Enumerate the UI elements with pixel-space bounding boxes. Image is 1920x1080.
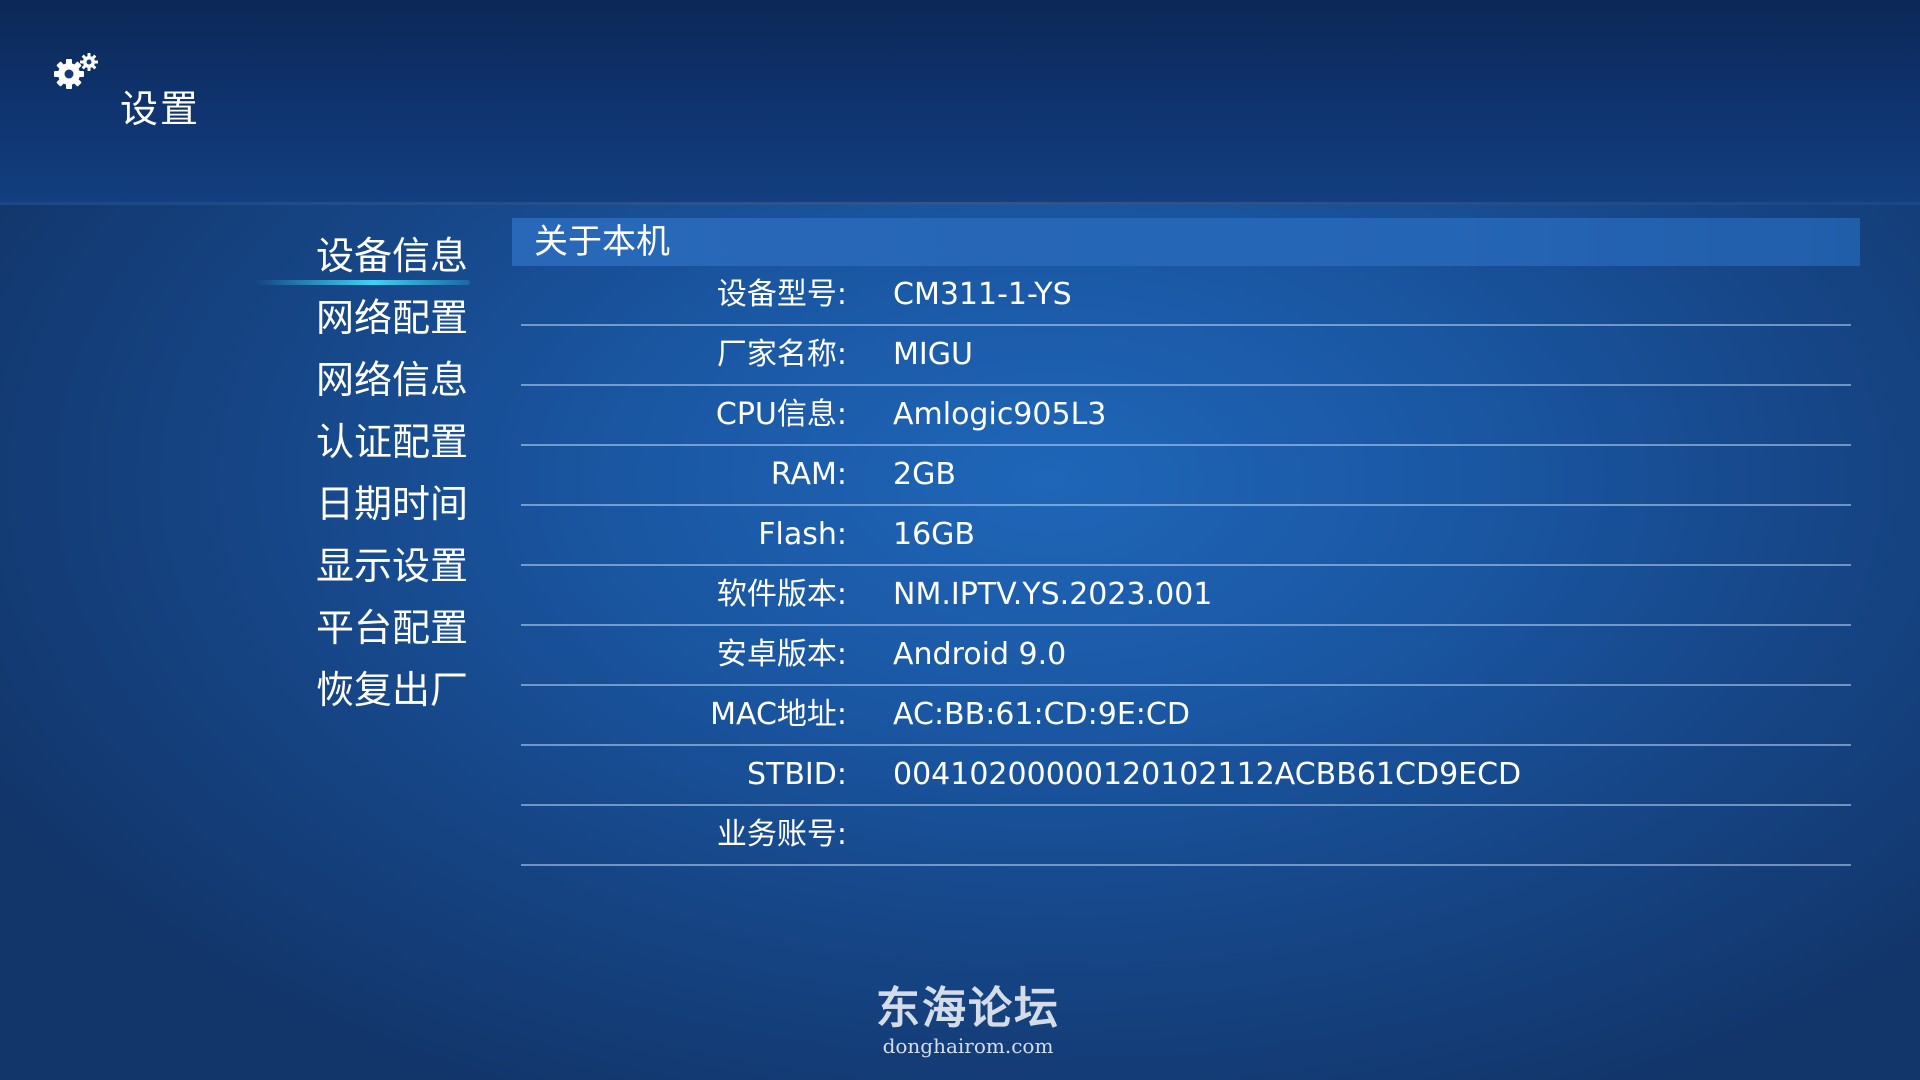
row-label: 业务账号: <box>716 817 847 852</box>
menu-item-label: 显示设置 <box>315 544 468 588</box>
menu-item-network-config[interactable]: 网络配置 <box>250 287 470 349</box>
menu-item-label: 网络配置 <box>315 296 468 340</box>
row-value: 00410200000120102112ACBB61CD9ECD <box>893 757 1522 792</box>
row-label: MAC地址: <box>710 697 847 732</box>
row-label: 软件版本: <box>716 577 847 612</box>
row-value: MIGU <box>893 337 973 372</box>
menu-item-device-info[interactable]: 设备信息 <box>250 225 470 287</box>
row-value: NM.IPTV.YS.2023.001 <box>893 577 1213 612</box>
info-row-ram: RAM: 2GB <box>521 446 1851 506</box>
row-label: 安卓版本: <box>716 637 847 672</box>
menu-item-label: 日期时间 <box>315 482 468 526</box>
menu-item-date-time[interactable]: 日期时间 <box>250 473 470 535</box>
row-label: 设备型号: <box>716 277 847 312</box>
panel-title: 关于本机 <box>534 222 670 262</box>
watermark-name: 东海论坛 <box>876 983 1060 1034</box>
row-value: CM311-1-YS <box>893 277 1072 312</box>
row-label: STBID: <box>746 757 847 792</box>
row-label: CPU信息: <box>715 397 847 432</box>
row-value: AC:BB:61:CD:9E:CD <box>893 697 1190 732</box>
panel-header: 关于本机 <box>512 218 1860 266</box>
page-title: 设置 <box>120 87 201 131</box>
menu-item-label: 平台配置 <box>315 606 468 650</box>
row-label: 厂家名称: <box>716 337 847 372</box>
row-value: Android 9.0 <box>893 637 1067 672</box>
menu-item-label: 恢复出厂 <box>315 668 468 712</box>
info-row-cpu: CPU信息: Amlogic905L3 <box>521 386 1851 446</box>
info-row-flash: Flash: 16GB <box>521 506 1851 566</box>
row-value: 16GB <box>893 517 976 552</box>
info-row-service-account: 业务账号: <box>521 806 1851 866</box>
info-row-mac-address: MAC地址: AC:BB:61:CD:9E:CD <box>521 686 1851 746</box>
menu-item-factory-reset[interactable]: 恢复出厂 <box>250 659 470 721</box>
menu-item-platform-config[interactable]: 平台配置 <box>250 597 470 659</box>
menu-item-label: 网络信息 <box>315 358 468 402</box>
menu-item-network-info[interactable]: 网络信息 <box>250 349 470 411</box>
row-value: 2GB <box>893 457 956 492</box>
watermark: 东海论坛 donghairom.com <box>858 983 1078 1059</box>
info-row-manufacturer: 厂家名称: MIGU <box>521 326 1851 386</box>
menu-item-label: 设备信息 <box>315 234 468 278</box>
settings-menu: 设备信息 网络配置 网络信息 认证配置 日期时间 显示设置 平台配置 恢复出厂 <box>250 225 470 721</box>
row-label: RAM: <box>770 457 847 492</box>
info-row-software-version: 软件版本: NM.IPTV.YS.2023.001 <box>521 566 1851 626</box>
device-info-table: 设备型号: CM311-1-YS 厂家名称: MIGU CPU信息: Amlog… <box>521 266 1851 866</box>
info-row-stbid: STBID: 00410200000120102112ACBB61CD9ECD <box>521 746 1851 806</box>
menu-item-label: 认证配置 <box>315 420 468 464</box>
info-row-model: 设备型号: CM311-1-YS <box>521 266 1851 326</box>
row-label: Flash: <box>758 517 847 552</box>
menu-item-auth-config[interactable]: 认证配置 <box>250 411 470 473</box>
menu-item-display-settings[interactable]: 显示设置 <box>250 535 470 597</box>
top-bar <box>0 0 1920 205</box>
watermark-url: donghairom.com <box>882 1034 1054 1058</box>
info-row-android-version: 安卓版本: Android 9.0 <box>521 626 1851 686</box>
gear-icon <box>54 53 98 89</box>
row-value: Amlogic905L3 <box>893 397 1107 432</box>
